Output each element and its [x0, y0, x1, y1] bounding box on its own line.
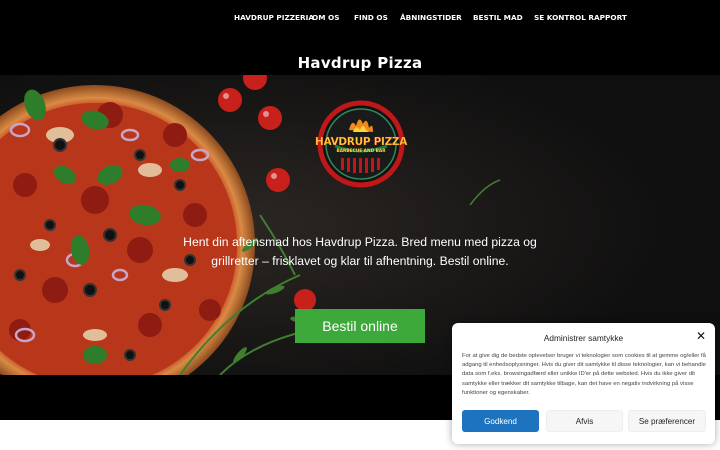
nav-item-kontrol-rapport[interactable]: SE KONTROL RAPPORT: [534, 13, 644, 27]
nav-menu: HAVDRUP PIZZERIA OM OS FIND OS ÅBNINGSTI…: [226, 13, 644, 27]
logo-text: HAVDRUP PIZZA BARBECUE AND BAR: [311, 136, 411, 154]
nav-item-bestil-mad[interactable]: BESTIL MAD: [473, 13, 534, 27]
deny-button[interactable]: Afvis: [546, 410, 623, 432]
hero-description: Hent din aftensmad hos Havdrup Pizza. Br…: [183, 235, 537, 268]
nav-item-abningstider[interactable]: ÅBNINGSTIDER: [400, 13, 473, 27]
order-online-button[interactable]: Bestil online: [295, 309, 425, 343]
cookie-consent-dialog: Administrer samtykke ✕ For at give dig d…: [452, 323, 715, 444]
cookie-dialog-text: For at give dig de bedste oplevelser bru…: [462, 353, 706, 396]
nav-item-havdrup-pizzeria[interactable]: HAVDRUP PIZZERIA: [226, 13, 314, 27]
nav-item-om-os[interactable]: OM OS: [312, 13, 354, 27]
preferences-button[interactable]: Se præferencer: [628, 410, 706, 432]
nav-item-find-os[interactable]: FIND OS: [354, 13, 400, 27]
accept-button[interactable]: Godkend: [462, 410, 539, 432]
logo-line-2: BARBECUE AND BAR: [336, 149, 386, 154]
close-icon[interactable]: ✕: [695, 330, 707, 342]
logo-line-1: HAVDRUP PIZZA: [314, 136, 408, 148]
cookie-dialog-title: Administrer samtykke: [543, 333, 624, 343]
site-title[interactable]: Havdrup Pizza: [0, 54, 720, 72]
top-navigation: HAVDRUP PIZZERIA OM OS FIND OS ÅBNINGSTI…: [0, 0, 720, 48]
